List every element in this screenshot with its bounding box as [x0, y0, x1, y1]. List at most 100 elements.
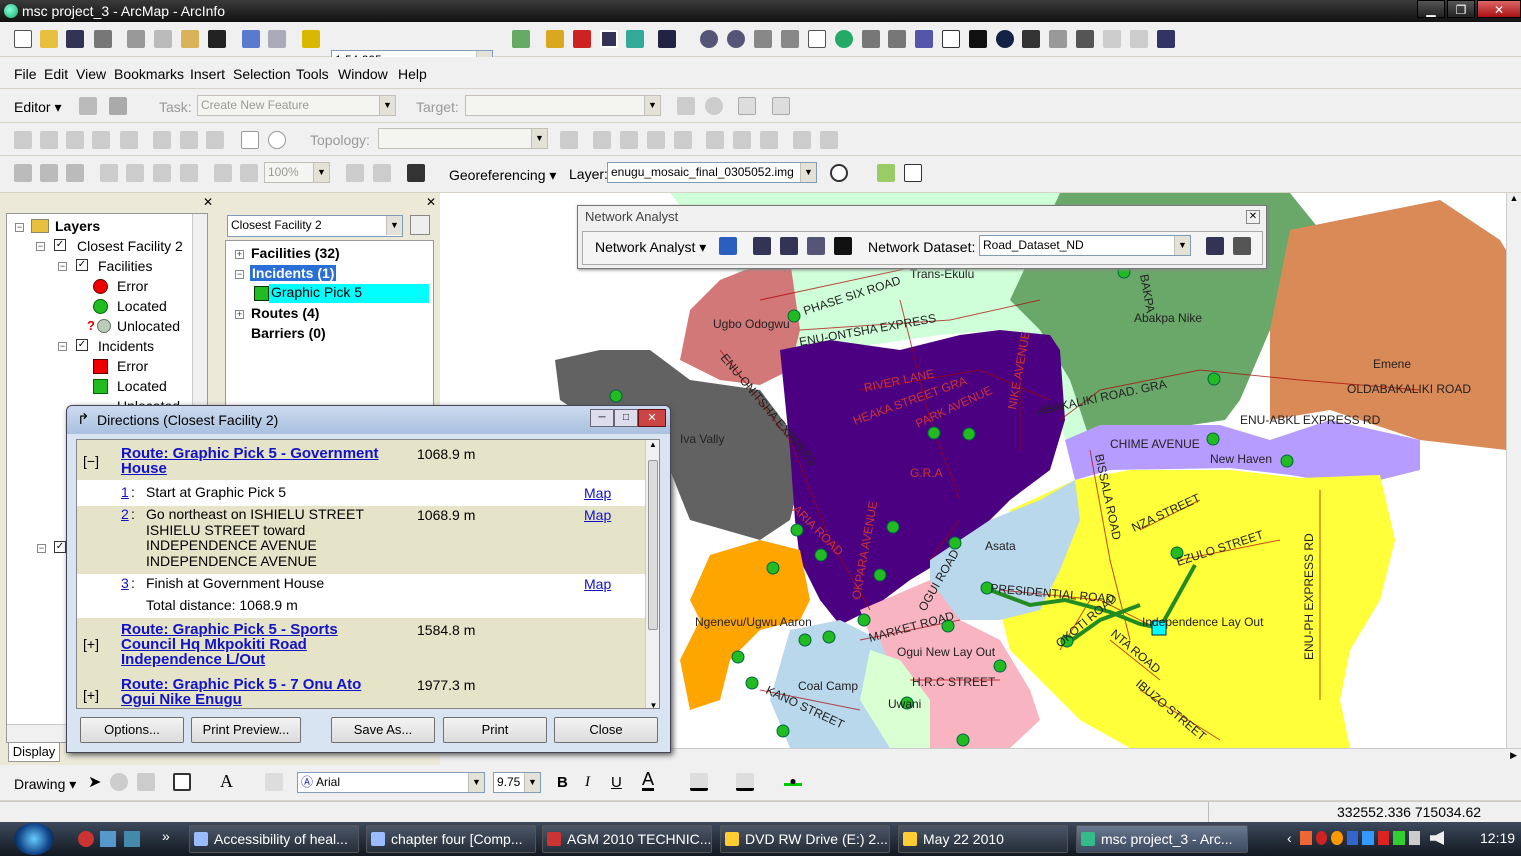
tray-icon-3[interactable] — [1331, 831, 1343, 845]
options-button[interactable]: Options... — [80, 717, 184, 743]
na-analysis-combo[interactable]: Closest Facility 2 ▼ — [227, 215, 403, 237]
close-window-button[interactable]: ✕ — [1477, 0, 1521, 18]
expand-other-layer[interactable]: − — [37, 544, 46, 553]
na-facilities[interactable]: Facilities (32) — [251, 245, 340, 261]
toc-close-icon[interactable]: ✕ — [203, 195, 213, 209]
select-location-icon[interactable] — [780, 237, 798, 255]
tray-expand-icon[interactable]: ‹ — [1287, 830, 1292, 846]
clock[interactable]: 12:19 — [1480, 830, 1515, 846]
dialog-maximize-button[interactable]: □ — [614, 409, 638, 427]
na-barriers[interactable]: Barriers (0) — [251, 325, 326, 341]
editor-menu[interactable]: Editor ▾ — [14, 98, 62, 116]
construct-icon[interactable] — [120, 131, 138, 149]
georef-tool-12-icon[interactable] — [407, 164, 425, 182]
mark-exception-icon[interactable] — [733, 131, 751, 149]
expand-facilities[interactable]: − — [58, 262, 67, 271]
directions-icon[interactable] — [834, 237, 852, 255]
print-button[interactable]: Print — [443, 717, 547, 743]
georef-tool-4-icon[interactable] — [100, 164, 118, 182]
whats-this-icon[interactable] — [658, 30, 676, 48]
print-icon[interactable] — [94, 30, 112, 48]
topology-edit-icon[interactable] — [14, 131, 32, 149]
zoom-whole-page-icon[interactable] — [137, 773, 155, 791]
new-icon[interactable] — [14, 30, 32, 48]
task-agm[interactable]: AGM 2010 TECHNIC... — [542, 825, 712, 853]
bold-button[interactable]: B — [557, 774, 568, 791]
split-tool-icon[interactable] — [677, 97, 695, 115]
menu-view[interactable]: View — [76, 65, 106, 83]
fill-color-icon[interactable] — [690, 773, 708, 791]
select-arrow-icon[interactable]: ➤ — [88, 772, 101, 792]
route3-toggle[interactable]: [+] — [83, 687, 99, 704]
zoom-out-icon[interactable] — [727, 30, 745, 48]
na-window-close-icon[interactable]: ✕ — [426, 195, 436, 209]
font-size-combo[interactable]: 9.75 ▼ — [493, 772, 541, 793]
topology-tool-icon[interactable] — [560, 131, 578, 149]
print-preview-button[interactable]: Print Preview... — [191, 717, 301, 743]
find-icon[interactable] — [1022, 30, 1040, 48]
menu-bookmarks[interactable]: Bookmarks — [114, 65, 184, 83]
menu-insert[interactable]: Insert — [190, 65, 225, 83]
minimize-button[interactable]: ▁ — [1417, 0, 1445, 18]
save-icon[interactable] — [66, 30, 84, 48]
layer-combo[interactable]: enugu_mosaic_final_0305052.img ▼ — [607, 162, 817, 183]
editor-toolbar-icon[interactable] — [512, 30, 530, 48]
tray-icon-2[interactable] — [1315, 831, 1327, 845]
rotate-tool-icon[interactable] — [705, 97, 723, 115]
topology-props-icon[interactable] — [820, 131, 838, 149]
validate-all-icon[interactable] — [647, 131, 665, 149]
dialog-close-button[interactable]: ✕ — [638, 409, 666, 427]
tray-icon-4[interactable] — [1346, 831, 1358, 845]
undo-icon[interactable] — [242, 30, 260, 48]
zoom-in-icon[interactable] — [700, 30, 718, 48]
na-window-icon[interactable] — [719, 237, 737, 255]
marker-color-icon[interactable]: ● — [784, 774, 802, 788]
rectangle-draw-icon[interactable] — [173, 773, 191, 791]
georef-tool-6-icon[interactable] — [153, 164, 171, 182]
task-dvd-drive[interactable]: DVD RW Drive (E:) 2... — [720, 825, 890, 853]
validate-extent-icon[interactable] — [593, 131, 611, 149]
font-combo[interactable]: Ⓐ Arial ▼ — [297, 772, 485, 793]
quicklaunch-3-icon[interactable] — [124, 831, 140, 847]
expand-closest-facility[interactable]: − — [36, 242, 45, 251]
closest-facility-checkbox[interactable]: ✓ — [54, 239, 66, 251]
italic-button[interactable]: I — [585, 774, 590, 791]
fix-topology-icon[interactable] — [706, 131, 724, 149]
georef-tool-7-icon[interactable] — [180, 164, 198, 182]
line-tool-icon[interactable] — [265, 773, 283, 791]
expand-facilities-class[interactable]: + — [235, 250, 244, 259]
tab-display[interactable]: Display — [8, 742, 60, 762]
network-icon[interactable] — [1408, 831, 1420, 845]
fixed-zoom-out-icon[interactable] — [781, 30, 799, 48]
menu-help[interactable]: Help — [398, 65, 427, 83]
select-features-icon[interactable] — [915, 30, 933, 48]
command-line-icon[interactable] — [600, 30, 618, 48]
task-may22[interactable]: May 22 2010 — [898, 825, 1068, 853]
menu-file[interactable]: File — [14, 65, 37, 83]
quicklaunch-overflow[interactable]: » — [162, 828, 170, 844]
na-properties-icon[interactable] — [410, 215, 430, 235]
step2-number[interactable]: 2 — [121, 506, 129, 523]
fix-error-icon[interactable] — [180, 131, 198, 149]
maximize-button[interactable]: ❐ — [1447, 0, 1475, 18]
map-vscroll[interactable]: ▲ — [1506, 193, 1521, 748]
expand-layers[interactable]: − — [15, 223, 24, 232]
georef-tool-1-icon[interactable] — [14, 164, 32, 182]
delete-icon[interactable] — [208, 30, 226, 48]
step2-map-link[interactable]: Map — [584, 507, 611, 523]
create-location-icon[interactable] — [753, 237, 771, 255]
html-popup-icon[interactable] — [1130, 30, 1148, 48]
zoom-percent-combo[interactable]: 100% ▼ — [264, 162, 330, 183]
na-incidents[interactable]: Incidents (1) — [250, 265, 337, 281]
error-inspector-icon[interactable] — [206, 131, 224, 149]
georef-tool-9-icon[interactable] — [240, 164, 258, 182]
facilities-layer[interactable]: Facilities — [98, 258, 152, 274]
route1-link[interactable]: Route: Graphic Pick 5 - Government House — [121, 446, 401, 476]
rectangle-icon[interactable] — [241, 131, 259, 149]
route2-toggle[interactable]: [+] — [83, 636, 99, 653]
validate-visible-icon[interactable] — [620, 131, 638, 149]
circle-icon[interactable] — [268, 131, 286, 149]
clear-selection-icon[interactable] — [942, 30, 960, 48]
facilities-checkbox[interactable]: ✓ — [76, 259, 88, 271]
network-analyst-menu[interactable]: Network Analyst ▾ — [595, 238, 706, 256]
